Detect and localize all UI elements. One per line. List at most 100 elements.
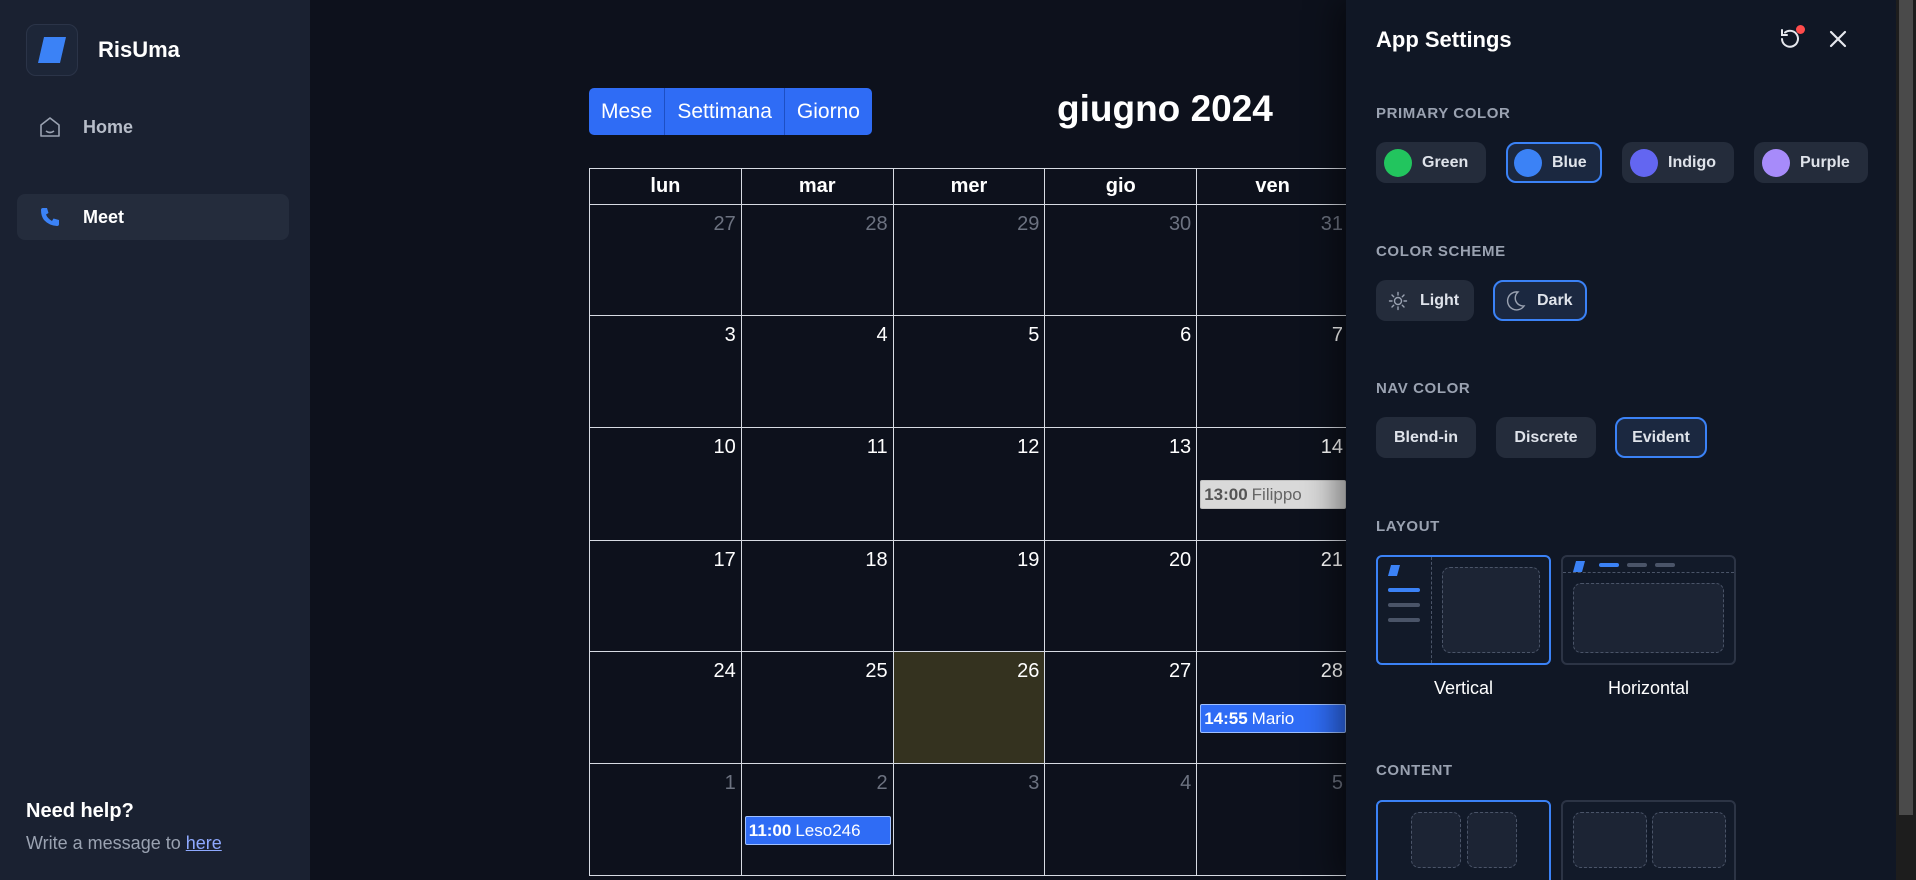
calendar-day-cell[interactable]: 1: [590, 764, 742, 876]
app-root: RisUma Home Meet Need help? Write a mess…: [0, 0, 1916, 880]
help-link[interactable]: here: [186, 833, 222, 853]
day-number[interactable]: 25: [865, 660, 887, 683]
layout-label-vertical: Vertical: [1433, 678, 1494, 698]
day-number[interactable]: 21: [1321, 549, 1343, 572]
sidebar-item-home[interactable]: Home: [17, 104, 289, 150]
chip-label: Blue: [1552, 153, 1587, 171]
day-number[interactable]: 5: [1332, 772, 1343, 795]
mini-nav-bar: [1388, 603, 1420, 607]
day-number[interactable]: 10: [714, 436, 736, 459]
scheme-option-dark[interactable]: Dark: [1493, 280, 1587, 321]
color-option-purple[interactable]: Purple: [1754, 142, 1868, 183]
day-number[interactable]: 30: [1169, 213, 1191, 236]
mini-nav-bar: [1388, 618, 1420, 622]
calendar-day-cell[interactable]: 6: [1045, 316, 1198, 428]
calendar-event[interactable]: 13:00 Filippo: [1200, 480, 1347, 509]
day-number[interactable]: 24: [714, 660, 736, 683]
calendar-day-cell[interactable]: 10: [590, 428, 742, 541]
calendar-day-cell[interactable]: 29: [893, 205, 1046, 316]
calendar-day-cell[interactable]: 4: [741, 316, 894, 428]
sidebar-item-meet[interactable]: Meet: [17, 194, 289, 240]
calendar-week-row: 27 28 29 30 31: [590, 205, 1349, 316]
day-number[interactable]: 12: [1017, 436, 1039, 459]
calendar-day-cell[interactable]: 12: [893, 428, 1046, 541]
calendar-day-cell[interactable]: 11: [741, 428, 894, 541]
calendar-day-cell[interactable]: 25: [741, 652, 894, 764]
calendar-day-cell[interactable]: 20: [1045, 541, 1198, 652]
calendar-day-cell-today[interactable]: 26: [893, 652, 1046, 764]
reset-button[interactable]: [1772, 24, 1808, 58]
day-number[interactable]: 20: [1169, 549, 1191, 572]
scheme-option-light[interactable]: Light: [1376, 280, 1474, 321]
day-number[interactable]: 4: [876, 324, 887, 347]
calendar-day-cell[interactable]: 5: [1197, 764, 1349, 876]
scrollbar-thumb[interactable]: [1899, 0, 1913, 815]
content-option-compact[interactable]: [1376, 800, 1551, 880]
nav-option-blend-in[interactable]: Blend-in: [1376, 417, 1476, 458]
calendar-day-cell[interactable]: 28 14:55 Mario: [1197, 652, 1349, 764]
calendar-day-cell[interactable]: 14 13:00 Filippo: [1197, 428, 1349, 541]
calendar-day-cell[interactable]: 28: [741, 205, 894, 316]
mini-nav-bar: [1599, 563, 1619, 567]
calendar-day-cell[interactable]: 24: [590, 652, 742, 764]
calendar-day-cell[interactable]: 3: [893, 764, 1046, 876]
day-number[interactable]: 7: [1332, 324, 1343, 347]
day-number[interactable]: 27: [714, 213, 736, 236]
help-title: Need help?: [26, 800, 134, 822]
calendar-day-cell[interactable]: 5: [893, 316, 1046, 428]
day-number[interactable]: 14: [1321, 436, 1343, 459]
color-option-blue[interactable]: Blue: [1506, 142, 1602, 183]
calendar-day-cell[interactable]: 4: [1045, 764, 1198, 876]
brand[interactable]: RisUma: [26, 24, 180, 76]
scrollbar[interactable]: [1896, 0, 1916, 880]
day-number[interactable]: 5: [1028, 324, 1039, 347]
calendar-day-cell[interactable]: 19: [893, 541, 1046, 652]
day-number[interactable]: 13: [1169, 436, 1191, 459]
view-month-button[interactable]: Mese: [589, 88, 666, 135]
day-number[interactable]: 28: [1321, 660, 1343, 683]
day-number[interactable]: 4: [1180, 772, 1191, 795]
calendar-event[interactable]: 14:55 Mario: [1200, 704, 1347, 733]
color-option-indigo[interactable]: Indigo: [1622, 142, 1734, 183]
day-number[interactable]: 17: [714, 549, 736, 572]
calendar-day-cell[interactable]: 3: [590, 316, 742, 428]
calendar-day-cell[interactable]: 27: [1045, 652, 1198, 764]
calendar-day-cell[interactable]: 7: [1197, 316, 1349, 428]
calendar-day-cell[interactable]: 13: [1045, 428, 1198, 541]
day-number[interactable]: 18: [865, 549, 887, 572]
calendar-event[interactable]: 11:00 Leso246: [744, 816, 891, 845]
day-number[interactable]: 31: [1321, 213, 1343, 236]
calendar-day-cell[interactable]: 30: [1045, 205, 1198, 316]
day-number[interactable]: 3: [725, 324, 736, 347]
day-number[interactable]: 11: [867, 436, 888, 459]
day-number[interactable]: 2: [876, 772, 887, 795]
event-title: Leso246: [795, 821, 861, 840]
day-number[interactable]: 6: [1180, 324, 1191, 347]
view-day-button[interactable]: Giorno: [784, 88, 872, 135]
view-week-button[interactable]: Settimana: [665, 88, 785, 135]
color-option-green[interactable]: Green: [1376, 142, 1486, 183]
calendar-day-cell[interactable]: 2 11:00 Leso246: [741, 764, 894, 876]
calendar-day-cell[interactable]: 17: [590, 541, 742, 652]
day-number[interactable]: 26: [1017, 660, 1039, 683]
content-option-wide[interactable]: [1561, 800, 1736, 880]
notification-dot: [1796, 25, 1805, 34]
day-number[interactable]: 29: [1017, 213, 1039, 236]
mini-content-box: [1442, 567, 1540, 653]
weekday-label: mar: [741, 169, 894, 205]
layout-option-vertical[interactable]: [1376, 555, 1551, 665]
day-number[interactable]: 19: [1017, 549, 1039, 572]
close-button[interactable]: [1820, 24, 1856, 58]
nav-option-discrete[interactable]: Discrete: [1496, 417, 1596, 458]
layout-option-horizontal[interactable]: [1561, 555, 1736, 665]
calendar-day-cell[interactable]: 31: [1197, 205, 1349, 316]
day-number[interactable]: 3: [1028, 772, 1039, 795]
calendar-day-cell[interactable]: 18: [741, 541, 894, 652]
day-number[interactable]: 1: [725, 772, 736, 795]
day-number[interactable]: 27: [1169, 660, 1191, 683]
nav-option-evident[interactable]: Evident: [1615, 417, 1707, 458]
calendar-day-cell[interactable]: 21: [1197, 541, 1349, 652]
day-number[interactable]: 28: [865, 213, 887, 236]
calendar-day-cell[interactable]: 27: [590, 205, 742, 316]
moon-icon: [1503, 289, 1527, 313]
